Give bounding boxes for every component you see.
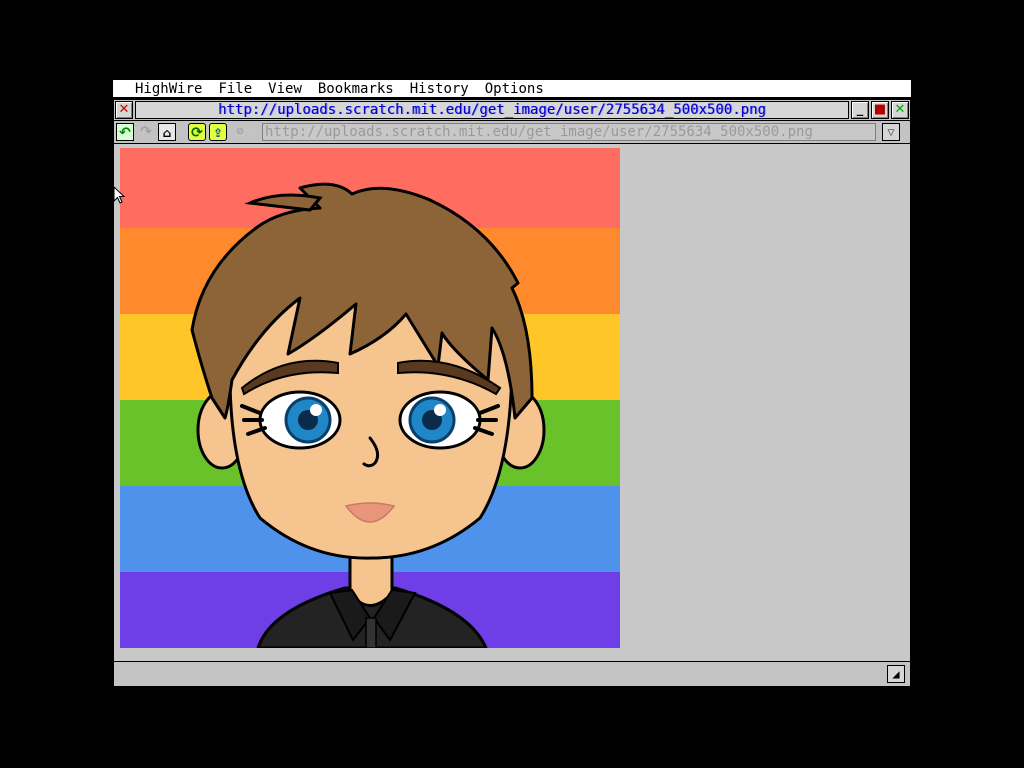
home-icon[interactable]: ⌂ [158, 123, 176, 141]
stop-icon[interactable]: ⊘ [231, 123, 249, 141]
menu-options[interactable]: Options [485, 81, 544, 97]
menu-bookmarks[interactable]: Bookmarks [318, 81, 394, 97]
resize-icon[interactable]: ◢ [887, 665, 905, 683]
status-bar: ◢ [114, 661, 910, 686]
menu-file[interactable]: File [218, 81, 252, 97]
iconify-icon[interactable]: ✕ [891, 101, 909, 119]
url-input[interactable] [262, 123, 876, 141]
minimize-icon[interactable]: _ [851, 101, 869, 119]
menu-bar: HighWire File View Bookmarks History Opt… [113, 80, 911, 98]
triangle-down-icon[interactable]: ▽ [882, 123, 900, 141]
menu-view[interactable]: View [268, 81, 302, 97]
window-title[interactable]: http://uploads.scratch.mit.edu/get_image… [135, 101, 849, 119]
desktop: HighWire File View Bookmarks History Opt… [0, 0, 1024, 768]
page-content [114, 144, 910, 661]
avatar-image [120, 148, 620, 648]
forward-arrow-icon[interactable]: ↷ [137, 123, 155, 141]
glint-left [310, 404, 322, 416]
browser-window: ✕ http://uploads.scratch.mit.edu/get_ima… [113, 99, 911, 687]
close-icon[interactable]: ✕ [115, 101, 133, 119]
reload-icon[interactable]: ⟳ [188, 123, 206, 141]
fuller-icon[interactable]: ■ [871, 101, 889, 119]
open-folder-icon[interactable]: ⇪ [209, 123, 227, 141]
menu-highwire[interactable]: HighWire [135, 81, 202, 97]
back-arrow-icon[interactable]: ↶ [116, 123, 134, 141]
glint-right [434, 404, 446, 416]
tie [365, 617, 377, 648]
mouse-pointer-icon [113, 186, 125, 204]
menu-history[interactable]: History [410, 81, 469, 97]
title-bar[interactable]: ✕ http://uploads.scratch.mit.edu/get_ima… [114, 100, 910, 121]
toolbar: ↶ ↷ ⌂ ⟳ ⇪ ⊘ ▽ [114, 121, 910, 144]
